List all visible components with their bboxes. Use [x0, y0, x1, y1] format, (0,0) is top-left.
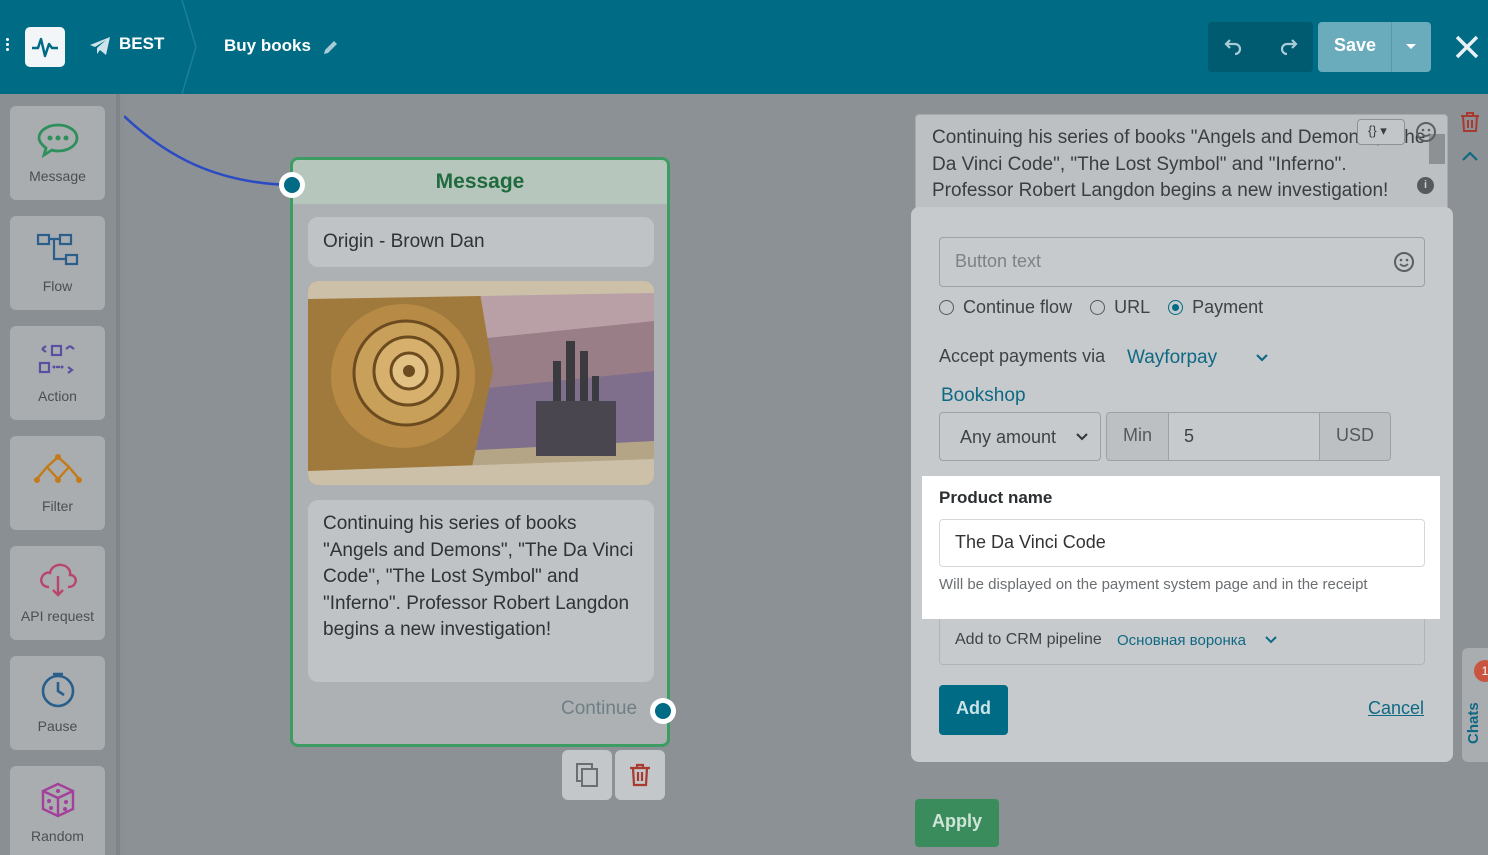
save-options-button[interactable]: [1391, 22, 1431, 72]
collapse-icon[interactable]: [1461, 150, 1479, 162]
chats-label: Chats: [1465, 702, 1482, 744]
message-bubble-icon: [37, 123, 78, 158]
cancel-link[interactable]: Cancel: [1368, 698, 1424, 719]
toolbar-item-label: Random: [31, 828, 84, 844]
emoji-icon[interactable]: [1393, 251, 1415, 273]
toolbar-item-label: Pause: [37, 718, 78, 734]
currency-label: USD: [1319, 412, 1391, 461]
toolbar-item-label: Filter: [41, 498, 74, 514]
menu-dots-icon[interactable]: [6, 36, 12, 58]
min-amount-input[interactable]: 5: [1168, 412, 1320, 461]
bot-name[interactable]: BEST: [119, 34, 164, 54]
toolbar-item-random[interactable]: Random: [10, 766, 105, 855]
toolbar-item-filter[interactable]: Filter: [10, 436, 105, 530]
undo-icon[interactable]: [1222, 35, 1246, 59]
continue-label: Continue: [561, 698, 638, 719]
shop-link[interactable]: Bookshop: [941, 385, 1026, 407]
crm-pipeline-select[interactable]: Основная воронка: [1117, 632, 1246, 649]
breadcrumb-separator: [181, 0, 197, 94]
chevron-down-icon[interactable]: [1255, 353, 1269, 363]
toolbar-item-action[interactable]: Action: [10, 326, 105, 420]
copy-icon: [576, 763, 598, 787]
node-image: [308, 281, 654, 485]
block-toolbar: Message Flow Action Filter API request P…: [0, 94, 120, 855]
node-text: Continuing his series of books "Angels a…: [308, 500, 654, 682]
flow-name: Buy books: [224, 36, 311, 55]
clock-icon: [41, 672, 74, 708]
radio-url[interactable]: URL: [1090, 297, 1150, 318]
chats-tab[interactable]: 1 Chats: [1462, 648, 1488, 762]
apply-button[interactable]: Apply: [915, 799, 999, 847]
radio-payment[interactable]: Payment: [1168, 297, 1263, 318]
filter-icon: [33, 454, 82, 483]
delete-button-icon[interactable]: [1460, 112, 1480, 132]
toolbar-item-flow[interactable]: Flow: [10, 216, 105, 310]
settings-panel: Continuing his series of books "Angels a…: [880, 94, 1488, 855]
app-logo[interactable]: [25, 27, 65, 67]
toolbar-item-label: Flow: [42, 278, 73, 294]
delete-node-button[interactable]: [615, 750, 665, 800]
button-text-input[interactable]: Button text: [939, 237, 1425, 287]
dice-icon: [41, 782, 74, 818]
radio-continue-flow[interactable]: Continue flow: [939, 297, 1072, 318]
toolbar-item-label: Message: [29, 168, 86, 184]
node-header: Message: [293, 160, 667, 204]
chevron-down-icon[interactable]: [1265, 636, 1277, 644]
node-output-port[interactable]: [650, 698, 676, 724]
chevron-down-icon: [1076, 433, 1088, 441]
variables-button[interactable]: {} ▾: [1357, 119, 1405, 145]
toolbar-item-pause[interactable]: Pause: [10, 656, 105, 750]
duplicate-node-button[interactable]: [562, 750, 612, 800]
crm-pipeline-label: Add to CRM pipeline: [955, 631, 1102, 648]
pencil-icon[interactable]: [322, 38, 340, 56]
info-icon[interactable]: i: [1417, 177, 1434, 194]
telegram-icon: [90, 37, 110, 55]
toolbar-item-label: Action: [38, 388, 77, 404]
add-button[interactable]: Add: [939, 685, 1008, 735]
node-title: Origin - Brown Dan: [308, 217, 654, 267]
payment-provider-select[interactable]: Wayforpay: [1127, 347, 1217, 369]
toolbar-item-api-request[interactable]: API request: [10, 546, 105, 640]
product-name-section: Product name The Da Vinci Code Will be d…: [922, 476, 1440, 619]
message-node[interactable]: Message Origin - Brown Dan Continuing hi…: [290, 157, 670, 747]
undo-redo-group: [1208, 22, 1313, 72]
api-cloud-icon: [39, 563, 77, 597]
top-bar: BEST Buy books Save: [0, 0, 1488, 94]
product-name-input[interactable]: The Da Vinci Code: [939, 519, 1425, 567]
caret-down-icon: [1406, 44, 1416, 49]
trash-icon: [630, 763, 650, 787]
toolbar-item-message[interactable]: Message: [10, 106, 105, 200]
accept-payments-label: Accept payments via: [939, 346, 1106, 366]
node-input-port[interactable]: [279, 172, 305, 198]
save-button[interactable]: Save: [1318, 22, 1392, 72]
action-icon: [38, 344, 75, 374]
toolbar-item-label: API request: [20, 608, 95, 624]
product-name-hint: Will be displayed on the payment system …: [939, 576, 1368, 593]
product-name-label: Product name: [939, 488, 1053, 507]
button-type-radios: Continue flow URL Payment: [939, 297, 1263, 318]
min-label: Min: [1106, 412, 1169, 461]
redo-icon[interactable]: [1276, 35, 1300, 59]
chats-badge: 1: [1474, 660, 1488, 682]
flow-canvas[interactable]: Message Origin - Brown Dan Continuing hi…: [124, 94, 880, 855]
emoji-icon[interactable]: [1415, 121, 1437, 143]
flow-icon: [36, 233, 78, 266]
amount-type-select[interactable]: Any amount: [939, 412, 1101, 461]
close-icon[interactable]: [1454, 34, 1480, 60]
